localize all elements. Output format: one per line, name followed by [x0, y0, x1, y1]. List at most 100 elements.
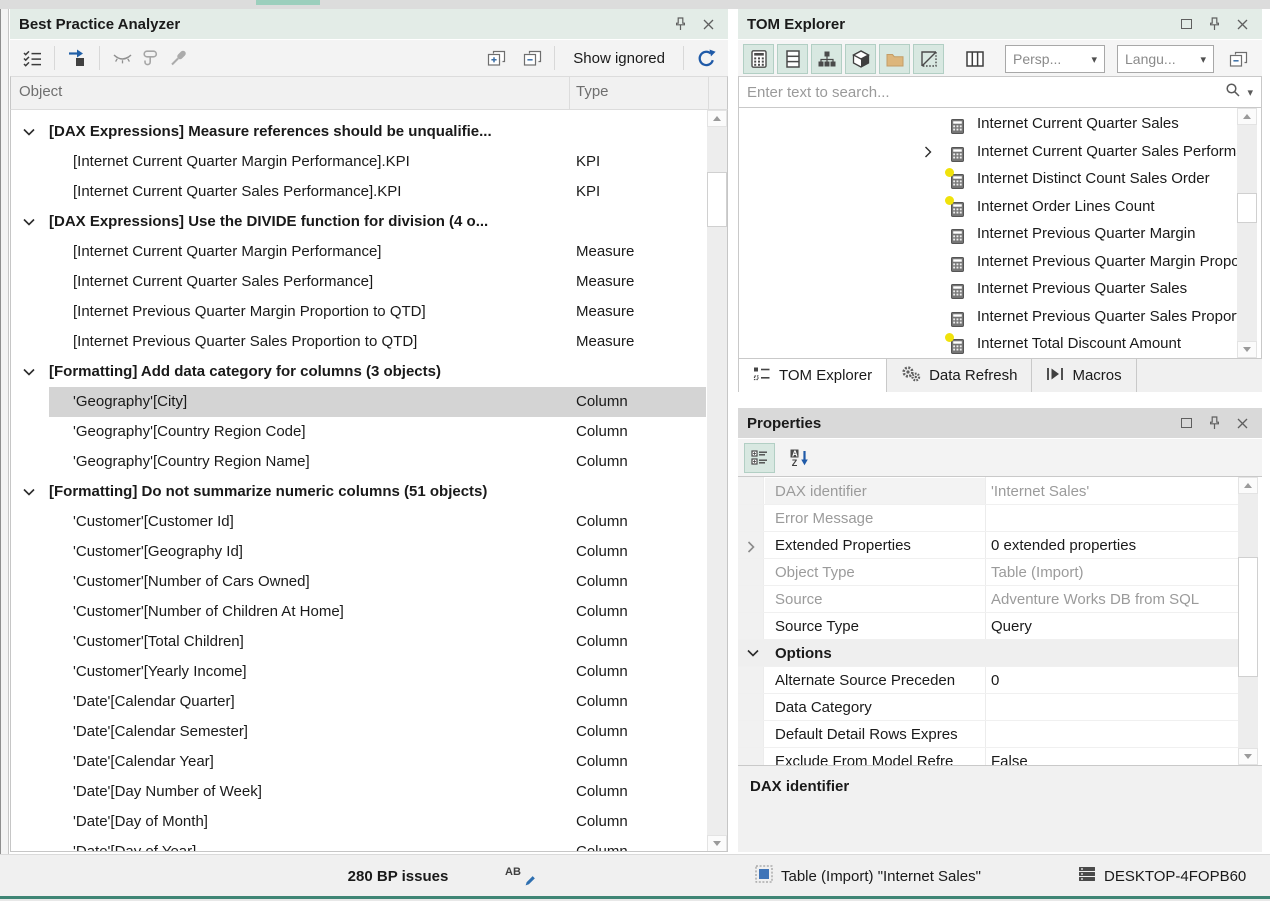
scroll-thumb[interactable]	[1238, 557, 1258, 677]
scroll-up-button[interactable]	[1238, 477, 1258, 494]
scroll-up-button[interactable]	[1237, 108, 1257, 125]
calculator-toggle-button[interactable]	[743, 44, 774, 74]
tree-item[interactable]: Internet Previous Quarter Margin Proport…	[739, 248, 1239, 275]
property-row[interactable]: SourceAdventure Works DB from SQL	[738, 586, 1240, 613]
column-divider[interactable]	[569, 77, 570, 109]
maximize-icon[interactable]	[1175, 412, 1197, 434]
scroll-down-button[interactable]	[707, 835, 727, 852]
categorized-icon[interactable]	[744, 443, 775, 473]
close-icon[interactable]	[1231, 412, 1253, 434]
bpa-object-row[interactable]: 'Date'[Calendar Year]Column	[11, 747, 706, 777]
property-row[interactable]: Object TypeTable (Import)	[738, 559, 1240, 586]
tab-tom-explorer[interactable]: TOM Explorer	[738, 359, 887, 392]
script-icon[interactable]	[136, 44, 164, 72]
collapse-chevron-icon[interactable]	[23, 218, 35, 226]
bpa-object-row[interactable]: 'Date'[Day of Year]Column	[11, 837, 706, 852]
bpa-object-row[interactable]: 'Geography'[City]Column	[11, 387, 706, 417]
close-icon[interactable]	[1231, 13, 1253, 35]
scroll-down-button[interactable]	[1238, 748, 1258, 765]
collapse-chevron-icon[interactable]	[747, 649, 759, 657]
bpa-object-row[interactable]: 'Date'[Day Number of Week]Column	[11, 777, 706, 807]
bpa-object-row[interactable]: 'Geography'[Country Region Code]Column	[11, 417, 706, 447]
tree-vertical-scrollbar[interactable]	[1237, 108, 1257, 358]
property-row[interactable]: Extended Properties0 extended properties	[738, 532, 1240, 559]
bpa-object-row[interactable]: 'Date'[Calendar Quarter]Column	[11, 687, 706, 717]
hidden-eye-icon[interactable]	[108, 44, 136, 72]
spell-check-icon[interactable]: AB	[505, 855, 537, 897]
expand-chevron-icon[interactable]	[924, 146, 932, 158]
bpa-object-row[interactable]: 'Customer'[Yearly Income]Column	[11, 657, 706, 687]
goto-object-icon[interactable]	[63, 44, 91, 72]
bpa-object-row[interactable]: [Internet Current Quarter Sales Performa…	[11, 267, 706, 297]
folder-toggle-button[interactable]	[879, 44, 910, 74]
tree-item[interactable]: Internet Distinct Count Sales Order	[739, 165, 1239, 192]
az-sort-icon[interactable]: AZ	[786, 444, 814, 472]
show-ignored-button[interactable]: Show ignored	[563, 50, 675, 67]
scroll-down-button[interactable]	[1237, 341, 1257, 358]
tab-macros[interactable]: Macros	[1032, 359, 1136, 392]
columns-button[interactable]	[959, 44, 990, 74]
collapse-chevron-icon[interactable]	[23, 368, 35, 376]
perspective-select[interactable]: Persp...▾	[1005, 45, 1105, 73]
property-row[interactable]: Exclude From Model RefreFalse	[738, 748, 1240, 766]
scroll-thumb[interactable]	[707, 172, 727, 227]
bpa-object-row[interactable]: 'Date'[Calendar Semester]Column	[11, 717, 706, 747]
tree-item[interactable]: Internet Current Quarter Sales	[739, 110, 1239, 137]
property-row[interactable]: Default Detail Rows Expres	[738, 721, 1240, 748]
property-category-row[interactable]: Options	[738, 640, 1240, 667]
column-divider[interactable]	[708, 77, 709, 109]
bpa-rule-row[interactable]: [Formatting] Add data category for colum…	[11, 357, 706, 387]
hierarchy-toggle-button[interactable]	[811, 44, 842, 74]
property-row[interactable]: Alternate Source Preceden0	[738, 667, 1240, 694]
refresh-icon[interactable]	[692, 44, 720, 72]
bpa-rule-row[interactable]: [Formatting] Do not summarize numeric co…	[11, 477, 706, 507]
bpa-object-row[interactable]: 'Customer'[Customer Id]Column	[11, 507, 706, 537]
collapse-all-icon[interactable]	[1224, 45, 1252, 73]
table-rows-toggle-button[interactable]	[777, 44, 808, 74]
bpa-object-row[interactable]: [Internet Previous Quarter Sales Proport…	[11, 327, 706, 357]
expand-chevron-icon[interactable]	[747, 541, 755, 553]
bpa-object-row[interactable]: 'Customer'[Number of Children At Home]Co…	[11, 597, 706, 627]
close-icon[interactable]	[697, 13, 719, 35]
collapse-chevron-icon[interactable]	[23, 128, 35, 136]
bpa-object-row[interactable]: [Internet Current Quarter Margin Perform…	[11, 237, 706, 267]
pin-icon[interactable]	[669, 13, 691, 35]
pin-icon[interactable]	[1203, 13, 1225, 35]
scroll-up-button[interactable]	[707, 110, 727, 127]
bpa-vertical-scrollbar[interactable]	[707, 110, 727, 852]
slashed-square-toggle-button[interactable]	[913, 44, 944, 74]
screwdriver-icon[interactable]	[164, 44, 192, 72]
tree-item[interactable]: Internet Previous Quarter Sales Proporti…	[739, 303, 1239, 330]
bpa-object-row[interactable]: 'Customer'[Geography Id]Column	[11, 537, 706, 567]
bpa-object-row[interactable]: 'Customer'[Number of Cars Owned]Column	[11, 567, 706, 597]
language-select[interactable]: Langu...▾	[1117, 45, 1214, 73]
search-icon[interactable]	[1225, 82, 1241, 102]
collapse-chevron-icon[interactable]	[23, 488, 35, 496]
tree-item[interactable]: Internet Total Discount Amount	[739, 330, 1239, 357]
bpa-object-row[interactable]: 'Geography'[Country Region Name]Column	[11, 447, 706, 477]
bpa-object-row[interactable]: 'Customer'[Total Children]Column	[11, 627, 706, 657]
bpa-object-row[interactable]: 'Date'[Day of Month]Column	[11, 807, 706, 837]
checklist-icon[interactable]	[18, 44, 46, 72]
collapse-all-icon[interactable]	[518, 44, 546, 72]
bpa-rule-row[interactable]: [DAX Expressions] Measure references sho…	[11, 117, 706, 147]
tab-data-refresh[interactable]: Data Refresh	[887, 359, 1032, 392]
type-column-header[interactable]: Type	[576, 83, 609, 100]
scroll-thumb[interactable]	[1237, 193, 1257, 223]
tree-item[interactable]: Internet Previous Quarter Margin	[739, 220, 1239, 247]
bpa-object-row[interactable]: [Internet Current Quarter Margin Perform…	[11, 147, 706, 177]
caret-down-icon[interactable]: ▾	[1247, 86, 1253, 99]
tree-item[interactable]: Internet Previous Quarter Sales	[739, 275, 1239, 302]
property-row[interactable]: Data Category	[738, 694, 1240, 721]
pin-icon[interactable]	[1203, 412, 1225, 434]
maximize-icon[interactable]	[1175, 13, 1197, 35]
bpa-object-row[interactable]: [Internet Current Quarter Sales Performa…	[11, 177, 706, 207]
cube-toggle-button[interactable]	[845, 44, 876, 74]
properties-vertical-scrollbar[interactable]	[1238, 477, 1258, 765]
expand-all-icon[interactable]	[482, 44, 510, 72]
bpa-rule-row[interactable]: [DAX Expressions] Use the DIVIDE functio…	[11, 207, 706, 237]
property-row[interactable]: Source TypeQuery	[738, 613, 1240, 640]
tree-item[interactable]: Internet Order Lines Count	[739, 193, 1239, 220]
property-row[interactable]: Error Message	[738, 505, 1240, 532]
object-column-header[interactable]: Object	[19, 83, 62, 100]
